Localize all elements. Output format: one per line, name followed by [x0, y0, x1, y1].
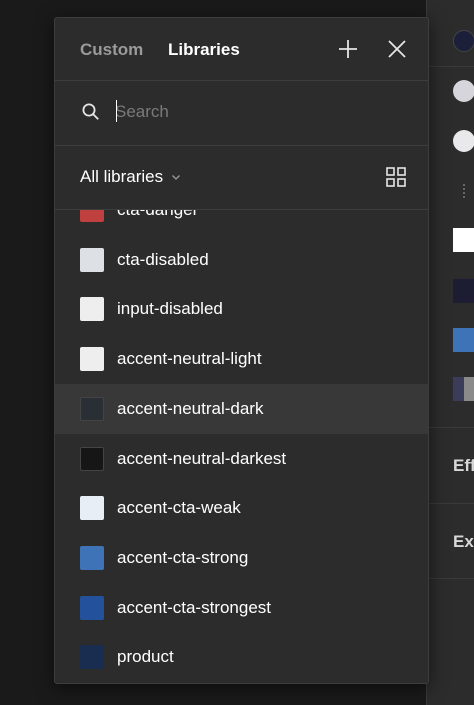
- color-style-item[interactable]: accent-neutral-darkest: [55, 434, 428, 484]
- fill-swatch[interactable]: [453, 130, 474, 152]
- color-style-item[interactable]: input-disabled: [55, 284, 428, 334]
- popup-header: Custom Libraries: [55, 18, 428, 81]
- color-style-name: accent-cta-strong: [117, 547, 249, 567]
- grid-view-icon[interactable]: [385, 166, 407, 188]
- color-style-item[interactable]: accent-neutral-dark: [55, 383, 428, 434]
- search-input[interactable]: [115, 99, 395, 125]
- color-style-item[interactable]: cta-danger: [55, 210, 428, 235]
- color-style-item[interactable]: accent-cta-weak: [55, 483, 428, 533]
- color-style-name: cta-danger: [117, 210, 198, 220]
- color-style-item[interactable]: accent-cta-strongest: [55, 583, 428, 633]
- color-style-item[interactable]: accent-neutral-light: [55, 334, 428, 384]
- close-icon[interactable]: [383, 35, 411, 63]
- panel-divider: [427, 503, 474, 504]
- color-swatch: [80, 347, 104, 372]
- properties-panel: Effects Export: [426, 0, 474, 705]
- panel-divider: [427, 66, 474, 67]
- tab-custom[interactable]: Custom: [80, 40, 143, 60]
- panel-divider: [427, 578, 474, 579]
- fill-swatch[interactable]: [453, 228, 474, 252]
- effects-section-label: Effects: [453, 456, 474, 475]
- library-dropdown-label: All libraries: [80, 167, 164, 186]
- color-swatch: [80, 297, 104, 322]
- color-style-name: accent-neutral-darkest: [117, 448, 287, 468]
- export-section-label: Export: [453, 532, 474, 551]
- fill-swatch[interactable]: [453, 328, 474, 352]
- fill-swatch[interactable]: [453, 30, 474, 52]
- tab-libraries[interactable]: Libraries: [168, 40, 240, 60]
- fill-swatch[interactable]: [453, 377, 474, 401]
- color-style-name: cta-disabled: [117, 249, 209, 269]
- color-style-item[interactable]: accent-cta-strong: [55, 533, 428, 583]
- chevron-down-icon: [172, 175, 181, 180]
- color-swatch: [80, 595, 104, 620]
- color-style-name: product: [117, 647, 174, 667]
- color-swatch: [80, 545, 104, 570]
- search-bar: [55, 81, 428, 146]
- color-style-name: accent-cta-strongest: [117, 597, 272, 617]
- text-caret: [116, 100, 117, 122]
- color-swatch: [80, 210, 104, 222]
- panel-divider: [427, 427, 474, 428]
- search-icon: [81, 102, 101, 122]
- color-style-name: accent-neutral-light: [117, 349, 262, 369]
- color-swatch: [80, 247, 104, 272]
- fill-swatch[interactable]: [453, 279, 474, 303]
- plus-icon[interactable]: [334, 35, 362, 63]
- color-style-name: accent-neutral-dark: [117, 398, 264, 418]
- color-style-item[interactable]: cta-disabled: [55, 235, 428, 285]
- color-swatch: [80, 446, 104, 471]
- library-filter-row: All libraries: [55, 146, 428, 210]
- color-swatch: [80, 645, 104, 670]
- color-style-list: cta-danger cta-disabled input-disabled acce…: [55, 210, 428, 683]
- library-dropdown[interactable]: All libraries: [80, 167, 181, 187]
- color-style-name: input-disabled: [117, 299, 223, 319]
- fill-swatch[interactable]: [453, 80, 474, 102]
- color-swatch: [80, 396, 104, 421]
- color-style-name: accent-cta-weak: [117, 498, 241, 518]
- more-icon[interactable]: [463, 184, 465, 198]
- color-swatch: [80, 496, 104, 521]
- color-styles-popup: Custom Libraries All libraries c: [54, 17, 429, 684]
- color-style-item[interactable]: product: [55, 632, 428, 682]
